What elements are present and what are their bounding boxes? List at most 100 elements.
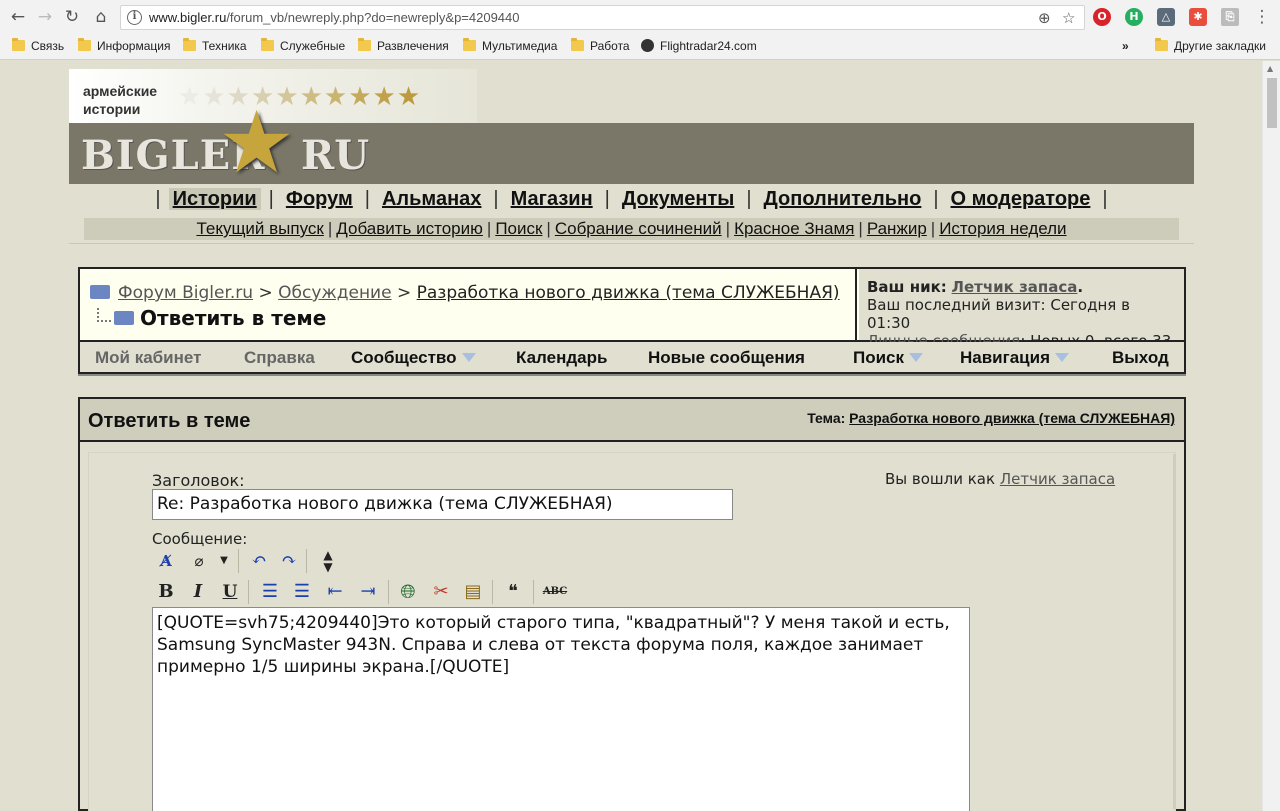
subnav-add-story[interactable]: Добавить историю [336, 219, 483, 238]
bookmark-folder[interactable]: Развлечения [358, 38, 449, 53]
underline-button[interactable]: U [217, 580, 243, 604]
nav-almanac[interactable]: Альманах [378, 188, 485, 210]
more-bookmarks-button[interactable]: » [1122, 39, 1129, 53]
user-info: Ваш ник: Летчик запаса. Ваш последний ви… [859, 269, 1184, 350]
reply-topic-link[interactable]: Разработка нового движка (тема СЛУЖЕБНАЯ… [849, 410, 1175, 426]
back-icon[interactable]: ← [8, 7, 28, 27]
navbar-community[interactable]: Сообщество [351, 348, 476, 368]
navbar-calendar[interactable]: Календарь [516, 348, 607, 368]
home-icon[interactable]: ⌂ [91, 7, 111, 27]
bookmark-folder[interactable]: Служебные [261, 38, 345, 53]
info-icon[interactable]: i [127, 10, 142, 25]
tree-connector-icon [97, 308, 111, 322]
bookmark-star-icon[interactable]: ☆ [1062, 9, 1075, 27]
nav-additional[interactable]: Дополнительно [760, 188, 926, 210]
outdent-icon[interactable]: ⇤ [322, 580, 348, 604]
navbar-search[interactable]: Поиск [853, 348, 924, 368]
scroll-thumb[interactable] [1267, 78, 1277, 128]
site-tagline: армейские истории [83, 83, 158, 117]
breadcrumb-thread[interactable]: Разработка нового движка (тема СЛУЖЕБНАЯ… [417, 283, 840, 303]
italic-button[interactable]: I [185, 580, 211, 604]
folder-icon [1155, 38, 1168, 51]
subnav-current-issue[interactable]: Текущий выпуск [196, 219, 323, 238]
toolbar-separator [533, 580, 534, 604]
h-icon[interactable]: H [1125, 8, 1143, 26]
bookmark-folder[interactable]: Техника [183, 38, 247, 53]
toolbar-separator [492, 580, 493, 604]
bookmark-flightradar[interactable]: Flightradar24.com [641, 39, 757, 53]
forum-navbar: Мой кабинет Справка Сообщество Календарь… [78, 342, 1186, 374]
toolbar-separator [388, 580, 389, 604]
folder-icon [358, 38, 371, 51]
nav-about-moderator[interactable]: О модераторе [947, 188, 1095, 210]
nav-forum[interactable]: Форум [282, 188, 357, 210]
insert-link-icon[interactable]: 🌐︎ [395, 580, 421, 604]
subnav-collected-works[interactable]: Собрание сочинений [555, 219, 722, 238]
address-bar[interactable]: i www.bigler.ru/forum_vb/newreply.php?do… [120, 5, 1085, 30]
navbar-help[interactable]: Справка [244, 348, 315, 368]
url-domain: www.bigler.ru [149, 10, 227, 25]
redo-icon[interactable]: ↷ [276, 549, 302, 573]
drive-icon[interactable]: △ [1157, 8, 1175, 26]
unordered-list-icon[interactable]: ☰ [289, 580, 315, 604]
breadcrumb-section[interactable]: Обсуждение [278, 283, 391, 303]
panel-shadow [1173, 454, 1176, 809]
subnav-story-of-week[interactable]: История недели [939, 219, 1066, 238]
spellcheck-button[interactable]: ABC [540, 580, 570, 604]
insert-image-icon[interactable]: ▤ [460, 580, 486, 604]
open-folder-icon [114, 311, 134, 325]
bookmark-folder[interactable]: Работа [571, 38, 630, 53]
nav-documents[interactable]: Документы [618, 188, 738, 210]
menu-icon[interactable]: ⋮ [1252, 7, 1272, 27]
user-nick-link[interactable]: Летчик запаса [952, 278, 1078, 296]
logged-in-as: Вы вошли как Летчик запаса [885, 470, 1116, 488]
indent-icon[interactable]: ⇥ [355, 580, 381, 604]
nav-stories[interactable]: Истории [168, 188, 261, 210]
zoom-icon[interactable]: ⊕ [1038, 9, 1051, 27]
navbar-logout[interactable]: Выход [1112, 348, 1169, 368]
nav-shop[interactable]: Магазин [507, 188, 597, 210]
pdf-icon[interactable]: ⎘ [1221, 8, 1239, 26]
attach-icon[interactable]: ⌀ [186, 549, 212, 573]
rating-stars-icon: ★★★★★★★★★★ [178, 82, 422, 112]
url-path: /forum_vb/newreply.php?do=newreply&p=420… [226, 10, 520, 25]
undo-icon[interactable]: ↶ [246, 549, 272, 573]
breadcrumb-forum[interactable]: Форум Bigler.ru [118, 283, 253, 303]
last-visit: Ваш последний визит: Сегодня в 01:30 [867, 296, 1130, 332]
navbar-new-posts[interactable]: Новые сообщения [648, 348, 805, 368]
quote-icon[interactable]: ❝ [500, 580, 526, 604]
page-scrollbar[interactable]: ▲ [1262, 61, 1280, 811]
folder-icon [183, 38, 196, 51]
resize-editor-icon[interactable]: ▲ ▼ [315, 549, 341, 573]
unlink-icon[interactable]: ✂ [428, 580, 454, 604]
folder-icon [261, 38, 274, 51]
logged-user-link[interactable]: Летчик запаса [1000, 470, 1115, 488]
bookmark-folder[interactable]: Связь [12, 38, 64, 53]
message-textarea[interactable]: [QUOTE=svh75;4209440]Это который старого… [152, 607, 970, 811]
navbar-navigation[interactable]: Навигация [960, 348, 1069, 368]
folder-icon [78, 38, 91, 51]
folder-icon [12, 38, 25, 51]
breadcrumb: Форум Bigler.ru > Обсуждение > Разработк… [80, 269, 857, 340]
reply-panel-title: Ответить в теме [88, 410, 251, 432]
forward-icon[interactable]: → [35, 7, 55, 27]
toolbar-separator [238, 549, 239, 573]
title-input[interactable]: Re: Разработка нового движка (тема СЛУЖЕ… [152, 489, 733, 520]
reload-icon[interactable]: ↻ [62, 7, 82, 27]
bookmark-folder[interactable]: Мультимедиа [463, 38, 557, 53]
ordered-list-icon[interactable]: ☰ [257, 580, 283, 604]
site-logo-ru[interactable]: RU [301, 132, 369, 179]
remove-formatting-icon[interactable]: A̸ [153, 549, 179, 573]
opera-icon[interactable]: O [1093, 8, 1111, 26]
subnav-search[interactable]: Поиск [495, 219, 542, 238]
subnav-ranking[interactable]: Ранжир [867, 219, 927, 238]
other-bookmarks[interactable]: Другие закладки [1155, 38, 1266, 53]
scroll-up-icon[interactable]: ▲ [1267, 64, 1273, 73]
navbar-cabinet[interactable]: Мой кабинет [95, 348, 201, 368]
pinwheel-icon[interactable]: ✱ [1189, 8, 1207, 26]
main-navigation: | Истории | Форум | Альманах | Магазин | Документ… [69, 184, 1194, 244]
attach-dropdown-icon[interactable]: ▼ [211, 549, 237, 573]
bold-button[interactable]: B [153, 580, 179, 604]
subnav-red-banner[interactable]: Красное Знамя [734, 219, 854, 238]
bookmark-folder[interactable]: Информация [78, 38, 170, 53]
